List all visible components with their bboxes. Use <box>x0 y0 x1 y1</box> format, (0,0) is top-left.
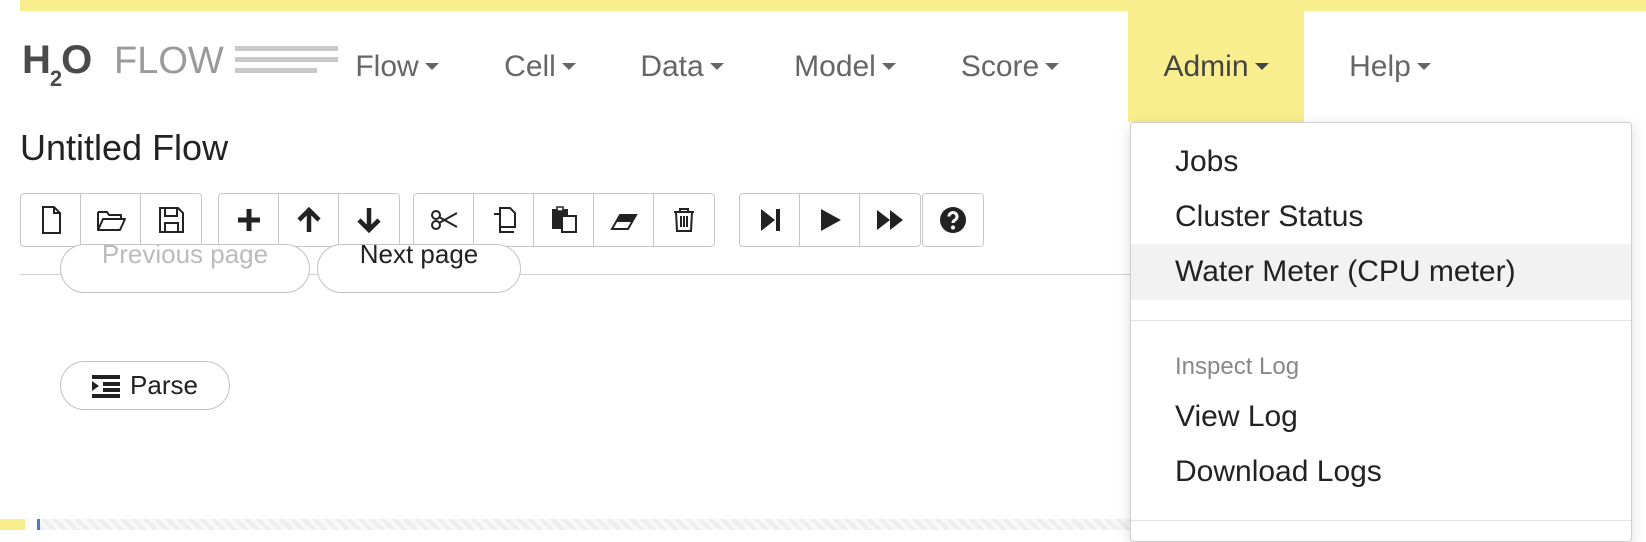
caret-down-icon <box>709 62 724 70</box>
open-folder-icon <box>96 211 126 231</box>
arrow-down-icon <box>357 208 381 234</box>
menu-model[interactable]: Model <box>770 11 920 122</box>
help-button[interactable] <box>923 194 983 246</box>
next-page-button[interactable]: Next page <box>317 244 521 293</box>
toolbar-edit-group <box>413 193 715 247</box>
flow-logo-text: FLOW <box>114 40 224 82</box>
toolbar-help-group <box>922 193 984 247</box>
menu-item-cluster-status[interactable]: Cluster Status <box>1131 189 1631 245</box>
new-file-icon <box>41 206 61 234</box>
plus-icon <box>237 209 260 231</box>
trash-icon <box>674 208 694 232</box>
open-flow-button[interactable] <box>81 194 141 246</box>
menu-separator <box>1131 520 1631 521</box>
save-icon <box>159 207 184 233</box>
caret-down-icon <box>1045 62 1060 70</box>
clear-cell-button[interactable] <box>594 194 654 246</box>
admin-dropdown-menu: Jobs Cluster Status Water Meter (CPU met… <box>1130 122 1632 542</box>
cell-input-area[interactable] <box>40 519 1146 530</box>
copy-icon <box>493 207 516 233</box>
menu-item-water-meter[interactable]: Water Meter (CPU meter) <box>1131 244 1631 300</box>
run-and-step-button[interactable] <box>740 194 800 246</box>
paste-icon <box>551 206 577 233</box>
move-cell-up-button[interactable] <box>279 194 339 246</box>
menu-data[interactable]: Data <box>622 11 742 122</box>
menu-flow[interactable]: Flow <box>337 11 457 122</box>
menu-help[interactable]: Help <box>1320 11 1460 122</box>
h2o-logo-text: H2O <box>22 38 92 91</box>
logo-bars-icon <box>235 46 338 79</box>
save-flow-button[interactable] <box>141 194 201 246</box>
help-icon <box>940 207 966 233</box>
paste-cell-button[interactable] <box>534 194 594 246</box>
fast-forward-icon <box>877 210 903 230</box>
step-forward-icon <box>760 209 780 231</box>
menu-separator <box>1131 320 1631 321</box>
indent-icon <box>92 374 121 398</box>
caret-down-icon <box>424 62 439 70</box>
cut-cell-button[interactable] <box>414 194 474 246</box>
cell-status-marker <box>0 519 25 530</box>
insert-cell-button[interactable] <box>219 194 279 246</box>
toolbar-run-group <box>739 193 921 247</box>
menu-cell[interactable]: Cell <box>485 11 595 122</box>
run-all-button[interactable] <box>860 194 920 246</box>
caret-down-icon <box>881 62 896 70</box>
caret-down-icon <box>1254 62 1269 70</box>
new-flow-button[interactable] <box>21 194 81 246</box>
caret-down-icon <box>1416 62 1431 70</box>
delete-cell-button[interactable] <box>654 194 714 246</box>
run-cell-button[interactable] <box>800 194 860 246</box>
play-icon <box>820 209 841 231</box>
copy-cell-button[interactable] <box>474 194 534 246</box>
h2o-flow-logo[interactable]: H2O FLOW <box>22 38 342 92</box>
menu-admin[interactable]: Admin <box>1128 11 1304 122</box>
eraser-icon <box>609 214 638 230</box>
top-accent-strip <box>20 0 1646 11</box>
move-cell-down-button[interactable] <box>339 194 399 246</box>
menu-item-view-log[interactable]: View Log <box>1131 389 1631 445</box>
flow-title[interactable]: Untitled Flow <box>20 127 228 169</box>
previous-page-button[interactable]: Previous page <box>60 244 310 293</box>
menu-item-jobs[interactable]: Jobs <box>1131 134 1631 190</box>
arrow-up-icon <box>296 206 321 232</box>
parse-button[interactable]: Parse <box>60 361 230 410</box>
menu-score[interactable]: Score <box>940 11 1080 122</box>
toolbar-cell-group <box>218 193 400 247</box>
inspect-log-header: Inspect Log <box>1175 353 1300 380</box>
caret-down-icon <box>561 62 576 70</box>
scissors-icon <box>430 210 457 230</box>
menu-item-download-logs[interactable]: Download Logs <box>1131 444 1631 500</box>
toolbar-file-group <box>20 193 202 247</box>
